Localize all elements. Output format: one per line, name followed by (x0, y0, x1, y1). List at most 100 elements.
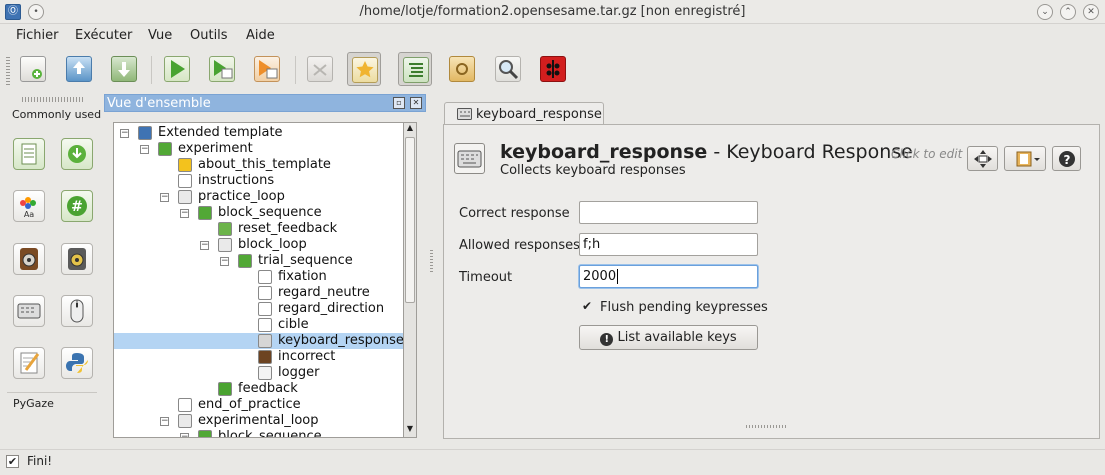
maximize-icon[interactable]: ⌃ (1060, 4, 1076, 20)
tree-item[interactable]: keyboard_response (114, 333, 403, 349)
tree-item[interactable]: − block_loop (114, 237, 403, 253)
close-dock-icon[interactable]: ✕ (410, 97, 422, 109)
tree-item[interactable]: feedback (114, 381, 403, 397)
sampler-item-button[interactable] (13, 243, 45, 275)
collapse-toggle-icon[interactable]: − (180, 209, 189, 218)
tree-item[interactable]: regard_direction (114, 301, 403, 317)
overview-dock-title[interactable]: Vue d'ensemble ▫ ✕ (104, 94, 426, 112)
collapse-toggle-icon[interactable]: − (160, 193, 169, 202)
tree-item[interactable]: − Extended template (114, 125, 403, 141)
scroll-thumb[interactable] (405, 137, 415, 303)
menu-outils[interactable]: Outils (190, 28, 228, 43)
open-file-button[interactable] (62, 52, 96, 86)
run-in-window-button[interactable] (205, 52, 239, 86)
feedback-item-button[interactable]: # (61, 190, 93, 222)
help-button[interactable]: ? (1052, 146, 1081, 171)
save-file-button[interactable] (107, 52, 141, 86)
kill-button[interactable] (303, 52, 337, 86)
timeout-input[interactable]: 2000 (579, 265, 758, 288)
tree-item[interactable]: − block_sequence (114, 429, 403, 437)
toolbar-grip[interactable] (6, 55, 10, 85)
item-name[interactable]: keyboard_response (500, 141, 707, 163)
scroll-down-icon[interactable]: ▼ (405, 424, 415, 436)
allowed-responses-input[interactable]: f;h (579, 233, 758, 256)
run-button[interactable] (160, 52, 194, 86)
menu-vue[interactable]: Vue (148, 28, 172, 43)
tree-item[interactable]: fixation (114, 269, 403, 285)
status-text: Fini! (27, 454, 53, 468)
tree-item[interactable]: − experiment (114, 141, 403, 157)
logger-item-button[interactable] (13, 347, 45, 379)
menu-fichier[interactable]: Fichier (16, 28, 59, 43)
item-header: keyboard_response - Keyboard Response (500, 141, 913, 163)
overview-button[interactable] (398, 52, 432, 86)
python-icon (66, 353, 88, 373)
item-description[interactable]: Collects keyboard responses (500, 163, 686, 178)
dock-splitter[interactable] (430, 248, 433, 272)
item-menu-button[interactable] (1004, 146, 1046, 171)
inline-script-item-button[interactable] (61, 347, 93, 379)
tree-item[interactable]: logger (114, 365, 403, 381)
tree-item[interactable]: − trial_sequence (114, 253, 403, 269)
tree-item-label: keyboard_response (278, 333, 404, 348)
tree-item[interactable]: cible (114, 317, 403, 333)
new-file-button[interactable] (16, 52, 50, 86)
scroll-up-icon[interactable]: ▲ (405, 123, 415, 135)
pool-button[interactable] (445, 52, 479, 86)
editor-splitter[interactable] (746, 425, 788, 428)
collapse-toggle-icon[interactable]: − (220, 257, 229, 266)
view-mode-button[interactable] (967, 146, 998, 171)
collapse-toggle-icon[interactable]: − (180, 433, 189, 437)
collapse-toggle-icon[interactable]: − (140, 145, 149, 154)
tree-item[interactable]: − block_sequence (114, 205, 403, 221)
find-button[interactable] (491, 52, 525, 86)
flush-label[interactable]: Flush pending keypresses (600, 300, 768, 315)
bug-button[interactable] (536, 52, 570, 86)
keyboard-response-item-button[interactable] (13, 295, 45, 327)
collapse-toggle-icon[interactable]: − (160, 417, 169, 426)
sketchpad-icon (258, 318, 272, 332)
loop-icon (68, 145, 86, 163)
tree-item[interactable]: reset_feedback (114, 221, 403, 237)
run-icon (164, 56, 190, 82)
sidebar-divider (7, 392, 97, 393)
sketchpad-item-button[interactable]: Aa (13, 190, 45, 222)
svg-text:#: # (71, 199, 83, 215)
tree-scrollbar[interactable]: ▲ ▼ (403, 122, 417, 438)
tab-keyboard-response[interactable]: keyboard_response (444, 102, 604, 125)
synth-item-button[interactable] (61, 243, 93, 275)
tree-item[interactable]: instructions (114, 173, 403, 189)
quick-run-button[interactable] (250, 52, 284, 86)
correct-response-input[interactable] (579, 201, 758, 224)
tree-item[interactable]: − experimental_loop (114, 413, 403, 429)
reset-icon (218, 222, 232, 236)
tree-item-label: about_this_template (198, 157, 331, 172)
tree-item[interactable]: incorrect (114, 349, 403, 365)
list-available-keys-button[interactable]: ! List available keys (579, 325, 758, 350)
sequence-item-button[interactable] (13, 138, 45, 170)
loop-item-button[interactable] (61, 138, 93, 170)
menu-aide[interactable]: Aide (246, 28, 275, 43)
flush-checkbox[interactable]: ✔ (582, 300, 594, 312)
sampler-icon (20, 248, 38, 270)
overview-icon (403, 57, 429, 83)
mouse-response-item-button[interactable] (61, 295, 93, 327)
overview-tree[interactable]: − Extended template − experiment about_this_… (113, 122, 404, 438)
status-checkbox[interactable]: ✔ (6, 455, 19, 468)
item-toolbar-grip[interactable] (22, 97, 84, 102)
tree-item[interactable]: about_this_template (114, 157, 403, 173)
tree-item-label: fixation (278, 269, 327, 284)
tree-item[interactable]: − practice_loop (114, 189, 403, 205)
menu-executer[interactable]: Exécuter (75, 28, 132, 43)
tree-item-label: experiment (178, 141, 253, 156)
float-dock-icon[interactable]: ▫ (393, 97, 405, 109)
collapse-toggle-icon[interactable]: − (200, 241, 209, 250)
close-icon[interactable]: ✕ (1083, 4, 1099, 20)
minimize-icon[interactable]: ⌄ (1037, 4, 1053, 20)
feedback-icon: # (67, 196, 87, 216)
tree-item[interactable]: end_of_practice (114, 397, 403, 413)
timeout-value: 2000 (583, 269, 617, 284)
tree-item[interactable]: regard_neutre (114, 285, 403, 301)
collapse-toggle-icon[interactable]: − (120, 129, 129, 138)
favorites-button[interactable] (347, 52, 381, 86)
